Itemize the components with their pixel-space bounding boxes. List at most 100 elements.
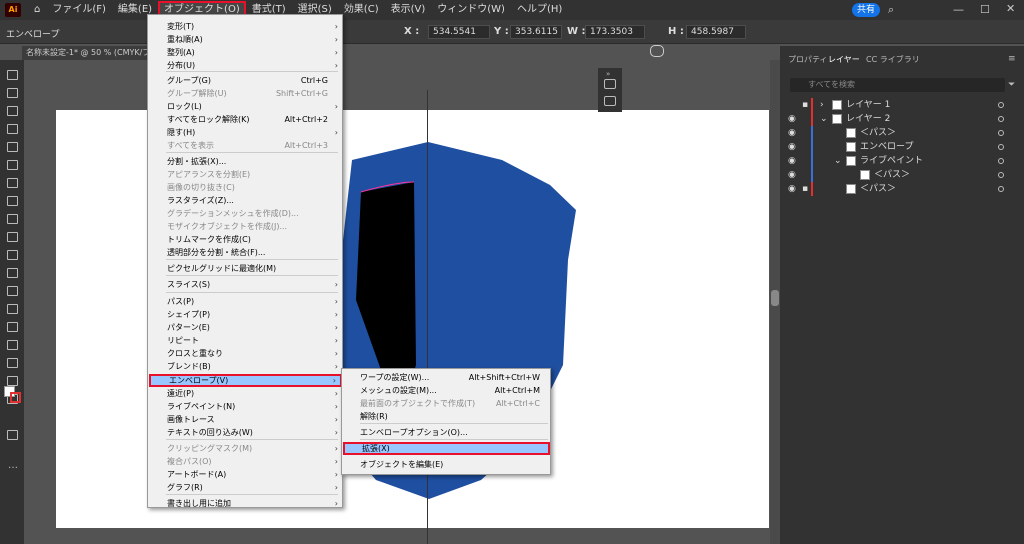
- layers-panel-icon[interactable]: [604, 96, 616, 106]
- gradient-tool-icon[interactable]: [7, 286, 18, 296]
- object-menu-item[interactable]: パターン(E) ›: [149, 321, 342, 334]
- visibility-eye-icon[interactable]: ◉: [788, 182, 796, 196]
- hand-tool-icon[interactable]: [7, 358, 18, 368]
- panel-menu-icon[interactable]: ≡: [1008, 54, 1016, 64]
- object-menu-item[interactable]: 変形(T) ›: [149, 20, 342, 33]
- object-menu-item[interactable]: パス(P) ›: [149, 295, 342, 308]
- eraser-tool-icon[interactable]: [7, 214, 18, 224]
- object-menu-item[interactable]: スライス(S) ›: [149, 278, 342, 291]
- y-field[interactable]: 353.6115: [510, 25, 562, 39]
- object-menu-item[interactable]: 書き出し用に追加 ›: [149, 497, 342, 510]
- object-menu-item[interactable]: グラフ(R) ›: [149, 481, 342, 494]
- document-tab[interactable]: 名称未設定-1* @ 50 % (CMYK/プレビュー): [22, 46, 152, 60]
- layer-row[interactable]: ◉ エンベロープ: [780, 140, 1024, 154]
- zoom-tool-icon[interactable]: [7, 376, 18, 386]
- object-menu-item[interactable]: すべてをロック解除(K) Alt+Ctrl+2: [149, 113, 342, 126]
- object-menu-item[interactable]: 画像トレース ›: [149, 413, 342, 426]
- object-menu-item[interactable]: 遠近(P) ›: [149, 387, 342, 400]
- properties-panel-icon[interactable]: [604, 79, 616, 89]
- layer-row[interactable]: ◉ ＜パス＞: [780, 126, 1024, 140]
- eyedropper-tool-icon[interactable]: [7, 304, 18, 314]
- visibility-eye-icon[interactable]: ◉: [788, 126, 796, 140]
- stroke-swatch[interactable]: [10, 392, 21, 403]
- layer-row[interactable]: ◉ ▪ ＜パス＞: [780, 182, 1024, 196]
- lock-icon[interactable]: ▪: [802, 182, 808, 196]
- envelope-menu-item[interactable]: エンベロープオプション(O)...: [343, 426, 550, 439]
- artboard-tool-icon[interactable]: [7, 340, 18, 350]
- object-menu-item[interactable]: アートボード(A) ›: [149, 468, 342, 481]
- brush-tool-icon[interactable]: [7, 160, 18, 170]
- object-menu-item[interactable]: グループ(G) Ctrl+G: [149, 74, 342, 87]
- envelope-menu-item[interactable]: 拡張(X): [343, 442, 550, 455]
- target-circle-icon[interactable]: [998, 186, 1004, 192]
- maximize-button[interactable]: ☐: [980, 3, 990, 16]
- menu-effect[interactable]: 効果(C): [338, 0, 385, 20]
- width-tool-icon[interactable]: [7, 250, 18, 260]
- target-circle-icon[interactable]: [998, 116, 1004, 122]
- chevron-down-icon[interactable]: ⌄: [820, 112, 828, 126]
- lock-icon[interactable]: ▪: [802, 98, 808, 112]
- menu-file[interactable]: ファイル(F): [46, 0, 112, 20]
- layer-row[interactable]: ◉ ⌄ レイヤー 2: [780, 112, 1024, 126]
- envelope-menu-item[interactable]: ワープの設定(W)... Alt+Shift+Ctrl+W: [343, 371, 550, 384]
- object-menu-item[interactable]: ピクセルグリッドに最適化(M): [149, 262, 342, 275]
- symbol-sprayer-tool-icon[interactable]: [7, 322, 18, 332]
- share-button[interactable]: 共有: [852, 3, 880, 17]
- target-circle-icon[interactable]: [998, 158, 1004, 164]
- more-tools-icon[interactable]: …: [8, 460, 18, 471]
- menu-help[interactable]: ヘルプ(H): [511, 0, 568, 20]
- target-circle-icon[interactable]: [998, 130, 1004, 136]
- layer-row[interactable]: ◉ ＜パス＞: [780, 168, 1024, 182]
- scale-tool-icon[interactable]: [7, 232, 18, 242]
- pen-tool-icon[interactable]: [7, 106, 18, 116]
- vertical-scrollbar[interactable]: [770, 60, 780, 544]
- chevron-right-icon[interactable]: ›: [820, 98, 824, 112]
- w-field[interactable]: 173.3503: [585, 25, 645, 39]
- rectangle-tool-icon[interactable]: [7, 142, 18, 152]
- visibility-eye-icon[interactable]: ◉: [788, 154, 796, 168]
- expand-panel-icon[interactable]: »: [606, 70, 610, 78]
- object-menu-item[interactable]: 整列(A) ›: [149, 46, 342, 59]
- object-menu-item[interactable]: ラスタライズ(Z)...: [149, 194, 342, 207]
- curvature-tool-icon[interactable]: [7, 124, 18, 134]
- object-menu-item[interactable]: エンベロープ(V) ›: [149, 374, 342, 387]
- direct-selection-tool-icon[interactable]: [7, 88, 18, 98]
- shape-builder-tool-icon[interactable]: [7, 268, 18, 278]
- link-proportions-icon[interactable]: [650, 45, 664, 57]
- object-menu-item[interactable]: ロック(L) ›: [149, 100, 342, 113]
- envelope-menu-item[interactable]: オブジェクトを編集(E): [343, 458, 550, 471]
- selection-tool-icon[interactable]: [7, 70, 18, 80]
- scrollbar-thumb[interactable]: [771, 290, 779, 306]
- object-menu-item[interactable]: クロスと重なり ›: [149, 347, 342, 360]
- object-menu-item[interactable]: 透明部分を分割・統合(F)...: [149, 246, 342, 259]
- visibility-eye-icon[interactable]: ◉: [788, 112, 796, 126]
- object-menu-item[interactable]: 隠す(H) ›: [149, 126, 342, 139]
- envelope-menu-item[interactable]: 解除(R): [343, 410, 550, 423]
- object-menu-item[interactable]: トリムマークを作成(C): [149, 233, 342, 246]
- home-icon[interactable]: ⌂: [28, 0, 46, 20]
- type-tool-icon[interactable]: [7, 178, 18, 188]
- layers-search-input[interactable]: すべてを検索: [790, 78, 1005, 92]
- target-circle-icon[interactable]: [998, 172, 1004, 178]
- tab-properties[interactable]: プロパティ: [788, 54, 828, 65]
- target-circle-icon[interactable]: [998, 102, 1004, 108]
- draw-mode-icon[interactable]: [7, 430, 18, 440]
- x-field[interactable]: 534.5541: [428, 25, 490, 39]
- object-menu-item[interactable]: テキストの回り込み(W) ›: [149, 426, 342, 439]
- tab-cc-libraries[interactable]: CC ライブラリ: [866, 54, 920, 65]
- layer-row[interactable]: ▪ › レイヤー 1: [780, 98, 1024, 112]
- object-menu-item[interactable]: 重ね順(A) ›: [149, 33, 342, 46]
- layer-row[interactable]: ◉ ⌄ ライブペイント: [780, 154, 1024, 168]
- object-menu-item[interactable]: シェイプ(P) ›: [149, 308, 342, 321]
- menu-view[interactable]: 表示(V): [385, 0, 432, 20]
- tab-layers[interactable]: レイヤー: [828, 54, 860, 65]
- menu-window[interactable]: ウィンドウ(W): [431, 0, 511, 20]
- minimize-button[interactable]: —: [953, 3, 964, 16]
- object-menu-item[interactable]: ブレンド(B) ›: [149, 360, 342, 373]
- close-button[interactable]: ✕: [1006, 2, 1015, 15]
- visibility-eye-icon[interactable]: ◉: [788, 140, 796, 154]
- object-menu-item[interactable]: リピート ›: [149, 334, 342, 347]
- h-field[interactable]: 458.5987: [686, 25, 746, 39]
- envelope-menu-item[interactable]: メッシュの設定(M)... Alt+Ctrl+M: [343, 384, 550, 397]
- search-icon[interactable]: ⌕: [888, 3, 894, 17]
